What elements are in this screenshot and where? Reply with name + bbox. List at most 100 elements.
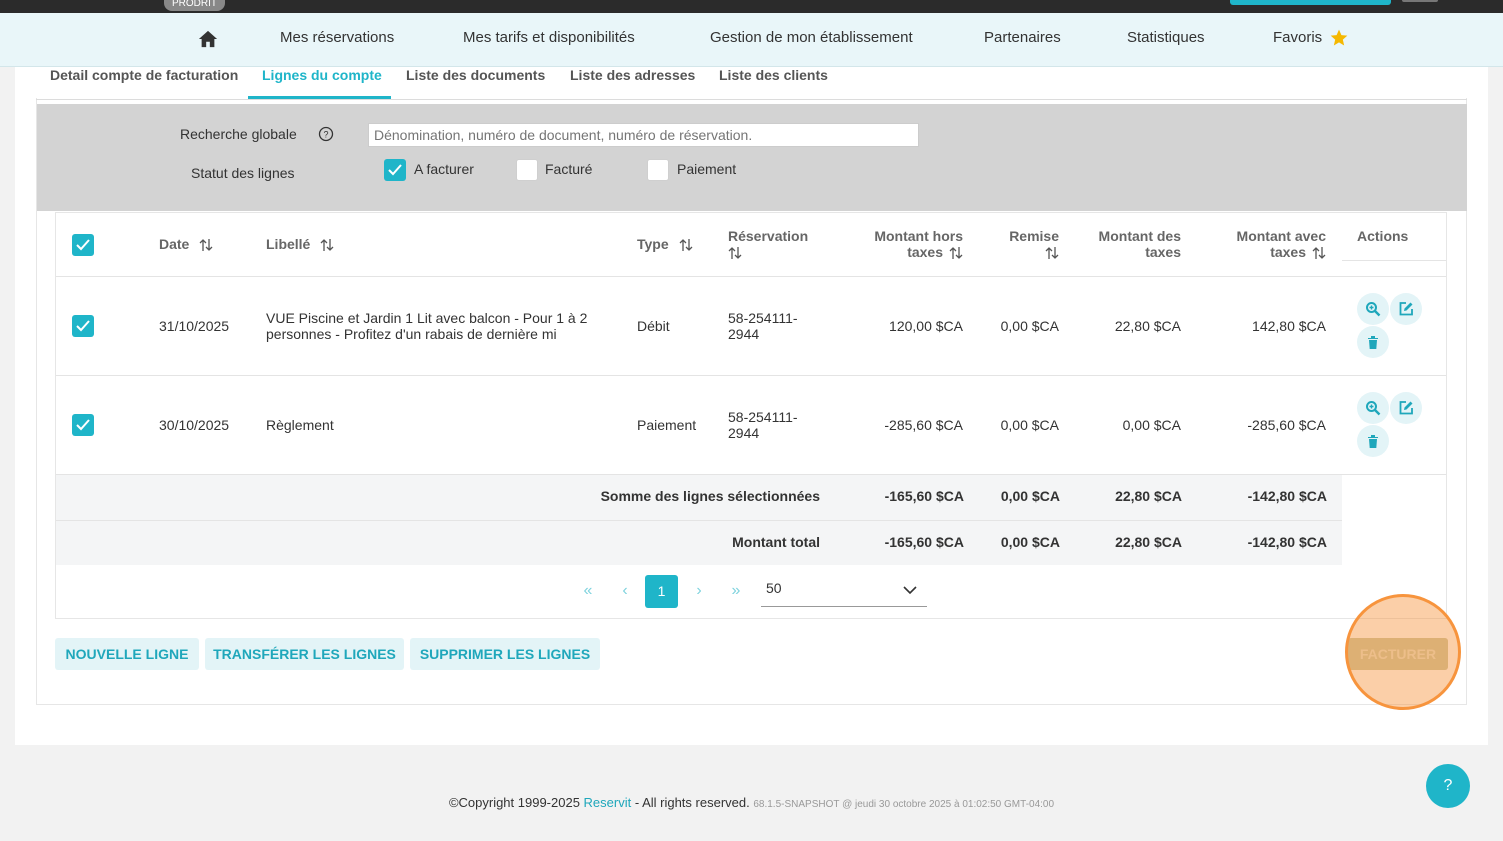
svg-text:?: ? xyxy=(323,130,328,140)
help-circle-icon[interactable]: ? xyxy=(318,126,334,142)
column-header-montant-ht[interactable]: Montant hors taxes xyxy=(843,228,963,260)
divider xyxy=(56,375,1446,376)
column-header-montant-taxes[interactable]: Montant des taxes xyxy=(1081,228,1181,260)
sort-icon[interactable] xyxy=(728,246,742,260)
status-label: Statut des lignes xyxy=(191,165,295,181)
edit-icon xyxy=(1399,401,1413,415)
tab-liste-adresses[interactable]: Liste des adresses xyxy=(570,67,695,99)
tab-liste-clients[interactable]: Liste des clients xyxy=(719,67,828,99)
row-date: 31/10/2025 xyxy=(159,318,230,334)
row-checkbox[interactable] xyxy=(72,414,94,436)
footer-brand-link[interactable]: Reservit xyxy=(584,795,632,810)
column-header-type[interactable]: Type xyxy=(637,236,693,252)
sort-icon[interactable] xyxy=(320,238,334,252)
column-header-libelle[interactable]: Libellé xyxy=(266,236,334,252)
view-button[interactable] xyxy=(1357,293,1389,325)
star-icon xyxy=(1330,29,1348,46)
sort-icon[interactable] xyxy=(1045,246,1059,260)
transfer-lines-button[interactable]: TRANSFÉRER LES LIGNES xyxy=(205,638,404,670)
nav-item-partenaires[interactable]: Partenaires xyxy=(984,29,1061,46)
footer-version: 68.1.5-SNAPSHOT @ jeudi 30 octobre 2025 … xyxy=(753,799,1055,810)
row-date: 30/10/2025 xyxy=(159,417,230,433)
edit-icon xyxy=(1399,302,1413,316)
help-button[interactable]: ? xyxy=(1426,764,1470,808)
row-montant-ht: 120,00 $CA xyxy=(889,318,963,334)
chevron-down-icon xyxy=(903,586,917,595)
row-remise: 0,00 $CA xyxy=(1000,417,1059,433)
nav-item-reservations[interactable]: Mes réservations xyxy=(280,29,394,46)
nav-item-favoris[interactable]: Favoris xyxy=(1273,29,1322,46)
home-icon[interactable] xyxy=(197,29,219,49)
sort-icon[interactable] xyxy=(1312,246,1326,260)
row-reservation-line1: 58-254111- xyxy=(728,310,798,326)
row-remise: 0,00 $CA xyxy=(1000,318,1059,334)
new-line-button[interactable]: NOUVELLE LIGNE xyxy=(55,638,199,670)
sort-icon[interactable] xyxy=(199,238,213,252)
column-header-date-label: Date xyxy=(159,236,190,252)
row-reservation[interactable]: 58-254111- 2944 xyxy=(728,310,798,342)
footer: ©Copyright 1999-2025 Reservit - All righ… xyxy=(0,795,1503,810)
divider xyxy=(56,276,1446,277)
delete-button[interactable] xyxy=(1357,326,1389,358)
row-reservation[interactable]: 58-254111- 2944 xyxy=(728,409,798,441)
column-header-montant-ht-line1: Montant hors xyxy=(874,228,963,244)
last-page-button[interactable]: » xyxy=(726,582,746,600)
view-button[interactable] xyxy=(1357,392,1389,424)
status-facture-checkbox[interactable] xyxy=(516,159,538,181)
selected-sum-ttc: -142,80 $CA xyxy=(1247,488,1327,504)
selected-sum-taxes: 22,80 $CA xyxy=(1115,488,1182,504)
footer-copyright: ©Copyright 1999-2025 xyxy=(448,795,584,810)
status-paiement-checkbox[interactable] xyxy=(647,159,669,181)
page-size-value: 50 xyxy=(766,580,782,596)
selected-sum-label: Somme des lignes sélectionnées xyxy=(600,488,820,504)
total-ttc: -142,80 $CA xyxy=(1247,534,1327,550)
row-montant-ttc: -285,60 $CA xyxy=(1247,417,1326,433)
next-page-button[interactable]: › xyxy=(689,582,709,600)
column-header-montant-ttc-line1: Montant avec xyxy=(1236,228,1326,244)
nav-item-statistiques[interactable]: Statistiques xyxy=(1127,29,1205,46)
page-size-select[interactable]: 50 xyxy=(761,575,927,607)
zoom-icon xyxy=(1366,302,1381,317)
select-all-checkbox[interactable] xyxy=(72,234,94,256)
column-header-reservation-label: Réservation xyxy=(728,228,809,244)
current-page-button[interactable]: 1 xyxy=(645,575,678,608)
trash-icon xyxy=(1368,336,1378,349)
tab-detail-compte[interactable]: Detail compte de facturation xyxy=(50,67,238,99)
tab-liste-documents[interactable]: Liste des documents xyxy=(406,67,545,99)
filter-panel xyxy=(37,104,1467,211)
delete-lines-button[interactable]: SUPPRIMER LES LIGNES xyxy=(410,638,600,670)
total-label: Montant total xyxy=(732,534,820,550)
row-checkbox[interactable] xyxy=(72,315,94,337)
column-header-montant-ttc[interactable]: Montant avec taxes xyxy=(1206,228,1326,260)
edit-button[interactable] xyxy=(1390,293,1422,325)
top-bar: PRODRIT xyxy=(0,0,1503,13)
column-header-remise[interactable]: Remise xyxy=(979,228,1059,263)
edit-button[interactable] xyxy=(1390,392,1422,424)
tab-lignes-compte[interactable]: Lignes du compte xyxy=(262,67,382,99)
nav-item-tarifs[interactable]: Mes tarifs et disponibilités xyxy=(463,29,635,46)
column-header-montant-taxes-line2: taxes xyxy=(1145,244,1181,260)
previous-page-button[interactable]: ‹ xyxy=(615,582,635,600)
environment-badge: PRODRIT xyxy=(164,0,225,11)
global-search-input[interactable] xyxy=(368,123,919,147)
total-taxes: 22,80 $CA xyxy=(1115,534,1182,550)
zoom-icon xyxy=(1366,401,1381,416)
topbar-action-button[interactable] xyxy=(1230,0,1391,5)
click-highlight xyxy=(1345,594,1461,710)
footer-rights: - All rights reserved. xyxy=(631,795,754,810)
selected-sum-remise: 0,00 $CA xyxy=(1000,488,1060,504)
status-paiement-label: Paiement xyxy=(677,161,737,177)
total-ht: -165,60 $CA xyxy=(884,534,964,550)
status-a-facturer-checkbox[interactable] xyxy=(384,159,406,181)
column-header-reservation[interactable]: Réservation xyxy=(728,228,808,263)
sort-icon[interactable] xyxy=(949,246,963,260)
row-montant-taxes: 22,80 $CA xyxy=(1114,318,1181,334)
column-header-date[interactable]: Date xyxy=(159,236,213,252)
sort-icon[interactable] xyxy=(679,238,693,252)
first-page-button[interactable]: « xyxy=(578,582,598,600)
total-remise: 0,00 $CA xyxy=(1000,534,1060,550)
nav-item-gestion[interactable]: Gestion de mon établissement xyxy=(710,29,913,46)
delete-button[interactable] xyxy=(1357,425,1389,457)
row-reservation-line2: 2944 xyxy=(728,326,760,342)
topbar-user-button[interactable] xyxy=(1402,0,1438,2)
